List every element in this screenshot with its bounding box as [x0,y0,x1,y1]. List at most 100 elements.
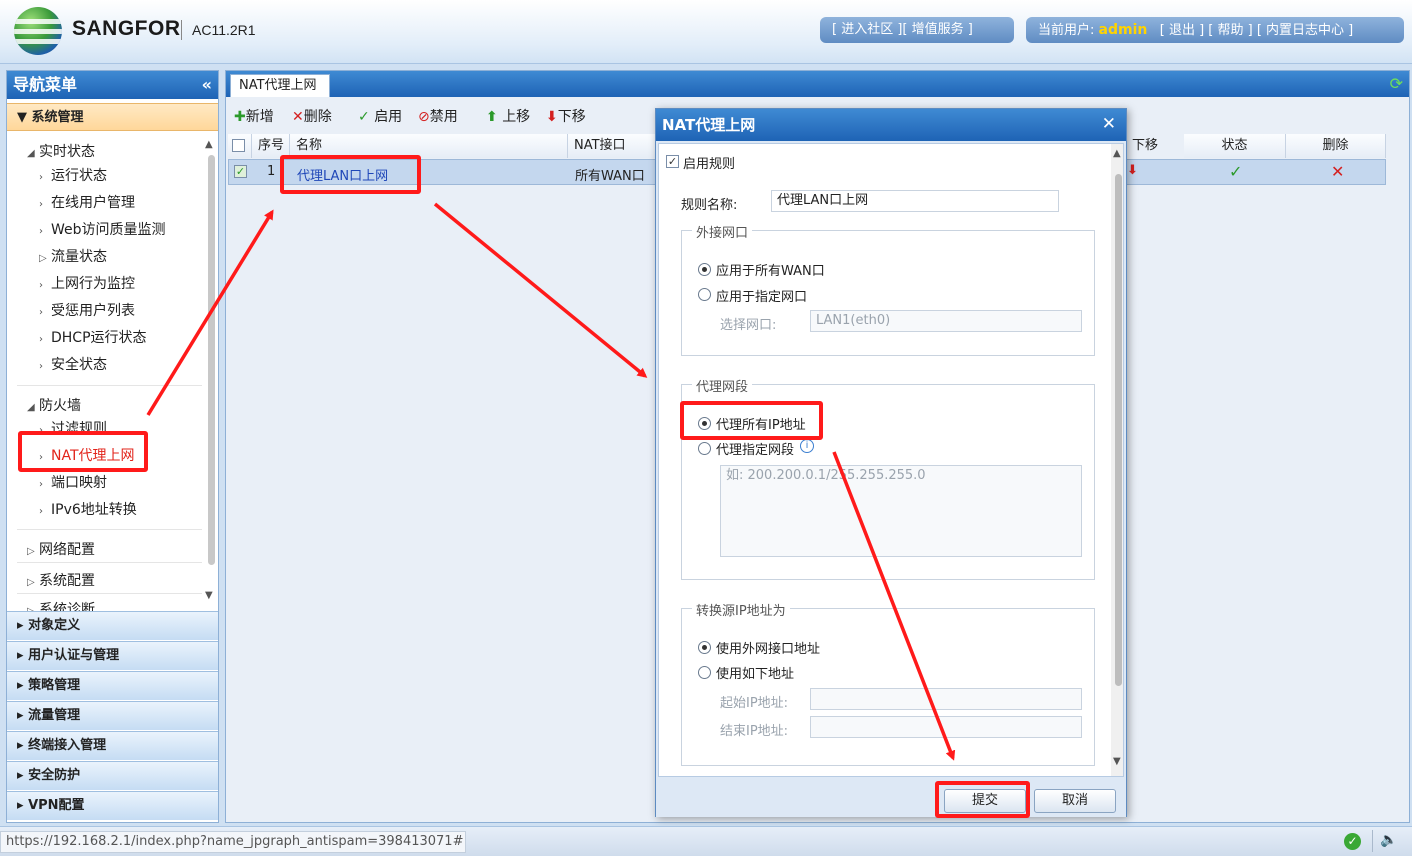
speaker-icon[interactable]: 🔈 [1380,832,1397,848]
radio-proxy-specific[interactable] [698,442,711,455]
select-all-checkbox[interactable] [232,139,245,152]
radio-all-wan[interactable] [698,263,711,276]
tree-divider [17,385,202,386]
nav-section-object-def[interactable]: ▸ 对象定义 [7,611,218,640]
start-ip-input[interactable] [810,688,1082,710]
enable-rule-checkbox[interactable]: ✓ [666,155,679,168]
radio-use-custom-ip[interactable] [698,666,711,679]
row-delete-icon[interactable]: ✕ [1331,162,1344,181]
scroll-down-icon[interactable]: ▼ [1113,756,1121,767]
nav-section-label: 安全防护 [28,768,81,783]
end-ip-input[interactable] [810,716,1082,738]
nat-dialog: NAT代理上网 ✕ ✓ 启用规则 规则名称: 代理LAN口上网 外接网口 应用于… [655,108,1127,817]
tree-item-port-mapping[interactable]: › 端口映射 [39,472,107,492]
tree-group-network-config[interactable]: ▷ 网络配置 [27,539,95,559]
tree-item-behavior-monitor[interactable]: › 上网行为监控 [39,273,135,293]
disable-button[interactable]: ⊘禁用 [418,106,458,126]
tree-item-dhcp-status[interactable]: › DHCP运行状态 [39,327,147,347]
tab-nat-proxy[interactable]: NAT代理上网 [230,74,330,97]
tree-item-label: 安全状态 [51,357,107,373]
col-move-down[interactable]: 下移 [1126,134,1184,158]
tab-bar: NAT代理上网 ⟳ [226,71,1409,97]
tree-item-ipv6-translate[interactable]: › IPv6地址转换 [39,499,137,519]
dialog-scrollbar[interactable]: ▲ ▼ [1111,144,1123,776]
row-checkbox[interactable]: ✓ [234,165,247,178]
info-icon[interactable]: i [800,439,814,453]
delete-button[interactable]: ✕删除 [292,106,332,126]
enable-label: 启用 [374,109,403,125]
start-ip-label: 起始IP地址: [720,696,789,711]
radio-specific-if-label: 应用于指定网口 [716,290,808,305]
tree-item-label: 运行状态 [51,168,107,184]
tree-item-label: 受惩用户列表 [51,303,135,319]
tree-group-label: 系统诊断 [39,602,95,611]
add-button[interactable]: ✚新增 [234,106,274,126]
move-down-label: 下移 [557,109,586,125]
annotation-box-row-name [280,155,421,194]
tree-item-security-status[interactable]: › 安全状态 [39,354,107,374]
annotation-box-nav-nat [18,431,148,472]
tree-group-label: 网络配置 [39,542,95,558]
tree-divider [17,529,202,530]
tree-item-run-status[interactable]: › 运行状态 [39,165,107,185]
radio-use-custom-ip-label: 使用如下地址 [716,667,795,682]
nav-section-system-mgmt[interactable]: ▼ 系统管理 [7,103,218,131]
tree-item-label: IPv6地址转换 [51,502,137,518]
annotation-box-submit [935,781,1030,818]
tree-group-firewall[interactable]: ◢ 防火墙 [27,395,81,415]
nav-section-endpoint[interactable]: ▸ 终端接入管理 [7,731,218,760]
proxy-range-textarea[interactable]: 如: 200.200.0.1/255.255.255.0 [720,465,1082,557]
scroll-up-icon[interactable]: ▲ [205,139,213,150]
col-delete[interactable]: 删除 [1286,134,1386,158]
scroll-down-icon[interactable]: ▼ [205,590,213,601]
refresh-icon[interactable]: ⟳ [1390,74,1403,93]
tree-group-system-config[interactable]: ▷ 系统配置 [27,570,95,590]
nav-section-security[interactable]: ▸ 安全防护 [7,761,218,790]
close-icon[interactable]: ✕ [1102,109,1116,139]
nav-section-vpn[interactable]: ▸ VPN配置 [7,791,218,820]
tree-group-realtime[interactable]: ◢ 实时状态 [27,141,95,161]
row-state-check-icon[interactable]: ✓ [1229,162,1242,181]
community-links[interactable]: [ 进入社区 ][ 增值服务 ] [820,17,1014,43]
radio-use-wan-ip-label: 使用外网接口地址 [716,642,821,657]
scroll-thumb[interactable] [1115,174,1122,686]
collapse-icon[interactable]: « [202,71,212,99]
scroll-up-icon[interactable]: ▲ [1113,148,1121,159]
tree-item-online-users[interactable]: › 在线用户管理 [39,192,135,212]
nav-section-policy[interactable]: ▸ 策略管理 [7,671,218,700]
tree-item-traffic-status[interactable]: ▷ 流量状态 [39,246,107,266]
move-up-button[interactable]: ⬆ 上移 [486,106,530,126]
select-if-input[interactable]: LAN1(eth0) [810,310,1082,332]
tree-item-web-quality[interactable]: › Web访问质量监测 [39,219,166,239]
enable-button[interactable]: ✓ 启用 [358,106,402,126]
chevron-right-icon: › [39,307,43,318]
dialog-footer: 提交 取消 [656,779,1126,817]
nav-scrollbar[interactable]: ▲ ▼ [205,135,217,609]
nav-section-user-auth[interactable]: ▸ 用户认证与管理 [7,641,218,670]
nav-section-traffic[interactable]: ▸ 流量管理 [7,701,218,730]
cancel-button[interactable]: 取消 [1034,789,1116,813]
move-down-button[interactable]: ⬇下移 [546,106,586,126]
delete-label: 删除 [303,109,332,125]
plus-icon: ✚ [234,109,246,125]
radio-use-wan-ip[interactable] [698,641,711,654]
row-nat-if: 所有WAN口 [575,169,645,184]
translate-legend: 转换源IP地址为 [692,600,790,619]
col-state[interactable]: 状态 [1184,134,1286,158]
dialog-titlebar: NAT代理上网 ✕ [656,109,1126,141]
row-move-down-icon[interactable]: ⬇ [1127,163,1138,178]
tree-divider [17,562,202,563]
enable-rule-label: 启用规则 [683,157,736,172]
scroll-thumb[interactable] [208,155,215,565]
tree-group-system-diag[interactable]: ▷系统诊断 [27,599,95,611]
radio-specific-if[interactable] [698,288,711,301]
tree-item-punished-users[interactable]: › 受惩用户列表 [39,300,135,320]
chevron-right-icon: › [39,172,43,183]
username: admin [1098,22,1148,38]
header-bar: SANGFOR AC11.2R1 [ 进入社区 ][ 增值服务 ] 当前用户: … [0,0,1412,64]
logout-help-links[interactable]: [ 退出 ] [ 帮助 ] [ 内置日志中心 ] [1160,23,1354,38]
chevron-right-icon: › [39,280,43,291]
dialog-body: ✓ 启用规则 规则名称: 代理LAN口上网 外接网口 应用于所有WAN口 应用于… [658,143,1124,777]
tree-item-label: 上网行为监控 [51,276,135,292]
rule-name-input[interactable]: 代理LAN口上网 [771,190,1059,212]
